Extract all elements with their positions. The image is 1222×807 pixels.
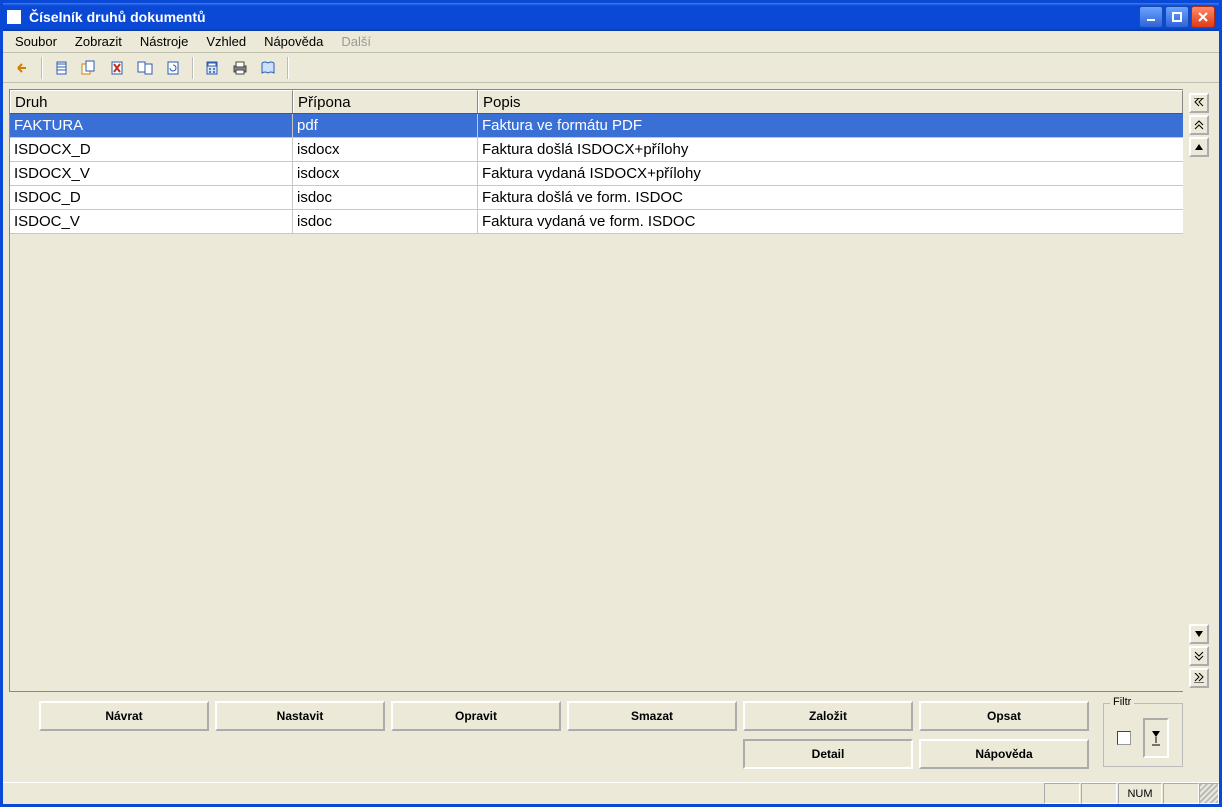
opsat-button[interactable]: Opsat [919,701,1089,731]
status-cell [1163,783,1199,804]
system-icon [7,10,21,24]
detail-button[interactable]: Detail [743,739,913,769]
filter-checkbox[interactable] [1117,731,1131,745]
col-header-type[interactable]: Druh [10,90,293,113]
cell-desc: Faktura došlá ve form. ISDOC [478,186,1183,209]
bottom-button-bar: Návrat Nastavit Opravit Smazat Založit O… [9,692,1213,776]
toolbar-separator [41,57,42,79]
menubar: Soubor Zobrazit Nástroje Vzhled Nápověda… [3,31,1219,53]
grid-header: Druh Přípona Popis [10,90,1183,114]
calculator-icon[interactable] [199,56,225,80]
app-window: Číselník druhů dokumentů Soubor Zobrazit… [0,0,1222,807]
nav-last-icon[interactable] [1189,668,1209,688]
filter-label: Filtr [1110,696,1134,708]
cell-desc: Faktura vydaná ISDOCX+přílohy [478,162,1183,185]
nav-page-down-icon[interactable] [1189,646,1209,666]
napoveda-button[interactable]: Nápověda [919,739,1089,769]
maximize-button[interactable] [1165,6,1189,28]
resize-grip-icon[interactable] [1199,783,1219,804]
table-row[interactable]: ISDOCX_VisdocxFaktura vydaná ISDOCX+příl… [10,162,1183,186]
table-row[interactable]: ISDOC_DisdocFaktura došlá ve form. ISDOC [10,186,1183,210]
menu-view[interactable]: Zobrazit [67,32,130,51]
titlebar: Číselník druhů dokumentů [3,3,1219,31]
toolbar-separator [192,57,193,79]
cell-type: ISDOC_V [10,210,293,233]
cell-ext: isdoc [293,210,478,233]
cell-type: ISDOCX_D [10,138,293,161]
opravit-button[interactable]: Opravit [391,701,561,731]
zalozit-button[interactable]: Založit [743,701,913,731]
statusbar: NUM [3,782,1219,804]
back-arrow-icon[interactable] [9,56,35,80]
status-cell [1044,783,1080,804]
menu-more: Další [333,32,379,51]
printer-icon[interactable] [227,56,253,80]
toolbar-separator [287,57,288,79]
cell-ext: isdocx [293,138,478,161]
client-area: Druh Přípona Popis FAKTURApdfFaktura ve … [3,83,1219,782]
menu-tools[interactable]: Nástroje [132,32,196,51]
table-row[interactable]: ISDOC_VisdocFaktura vydaná ve form. ISDO… [10,210,1183,234]
cell-ext: isdocx [293,162,478,185]
toolbar [3,53,1219,83]
status-cell [1081,783,1117,804]
filter-apply-button[interactable] [1143,718,1169,758]
navrat-button[interactable]: Návrat [39,701,209,731]
nav-down-icon[interactable] [1189,624,1209,644]
new-doc-icon[interactable] [48,56,74,80]
col-header-ext[interactable]: Přípona [293,90,478,113]
nav-first-icon[interactable] [1189,93,1209,113]
copy-docs-icon[interactable] [76,56,102,80]
cell-type: FAKTURA [10,114,293,137]
col-header-desc[interactable]: Popis [478,90,1183,113]
window-title: Číselník druhů dokumentů [29,9,206,25]
grid-nav-buttons [1183,89,1213,692]
delete-doc-icon[interactable] [104,56,130,80]
docs-pair-icon[interactable] [132,56,158,80]
cell-type: ISDOCX_V [10,162,293,185]
table-row[interactable]: FAKTURApdfFaktura ve formátu PDF [10,114,1183,138]
cell-ext: pdf [293,114,478,137]
close-button[interactable] [1191,6,1215,28]
menu-help[interactable]: Nápověda [256,32,331,51]
cell-desc: Faktura ve formátu PDF [478,114,1183,137]
filter-group: Filtr [1103,703,1183,767]
nav-page-up-icon[interactable] [1189,115,1209,135]
grid-wrap: Druh Přípona Popis FAKTURApdfFaktura ve … [9,89,1213,692]
cell-type: ISDOC_D [10,186,293,209]
status-num: NUM [1118,783,1162,804]
cell-desc: Faktura vydaná ve form. ISDOC [478,210,1183,233]
nastavit-button[interactable]: Nastavit [215,701,385,731]
smazat-button[interactable]: Smazat [567,701,737,731]
menu-file[interactable]: Soubor [7,32,65,51]
cell-desc: Faktura došlá ISDOCX+přílohy [478,138,1183,161]
grid-body: FAKTURApdfFaktura ve formátu PDFISDOCX_D… [10,114,1183,691]
table-row[interactable]: ISDOCX_DisdocxFaktura došlá ISDOCX+přílo… [10,138,1183,162]
cell-ext: isdoc [293,186,478,209]
nav-up-icon[interactable] [1189,137,1209,157]
minimize-button[interactable] [1139,6,1163,28]
refresh-doc-icon[interactable] [160,56,186,80]
data-grid[interactable]: Druh Přípona Popis FAKTURApdfFaktura ve … [9,89,1183,692]
book-icon[interactable] [255,56,281,80]
menu-appearance[interactable]: Vzhled [198,32,254,51]
